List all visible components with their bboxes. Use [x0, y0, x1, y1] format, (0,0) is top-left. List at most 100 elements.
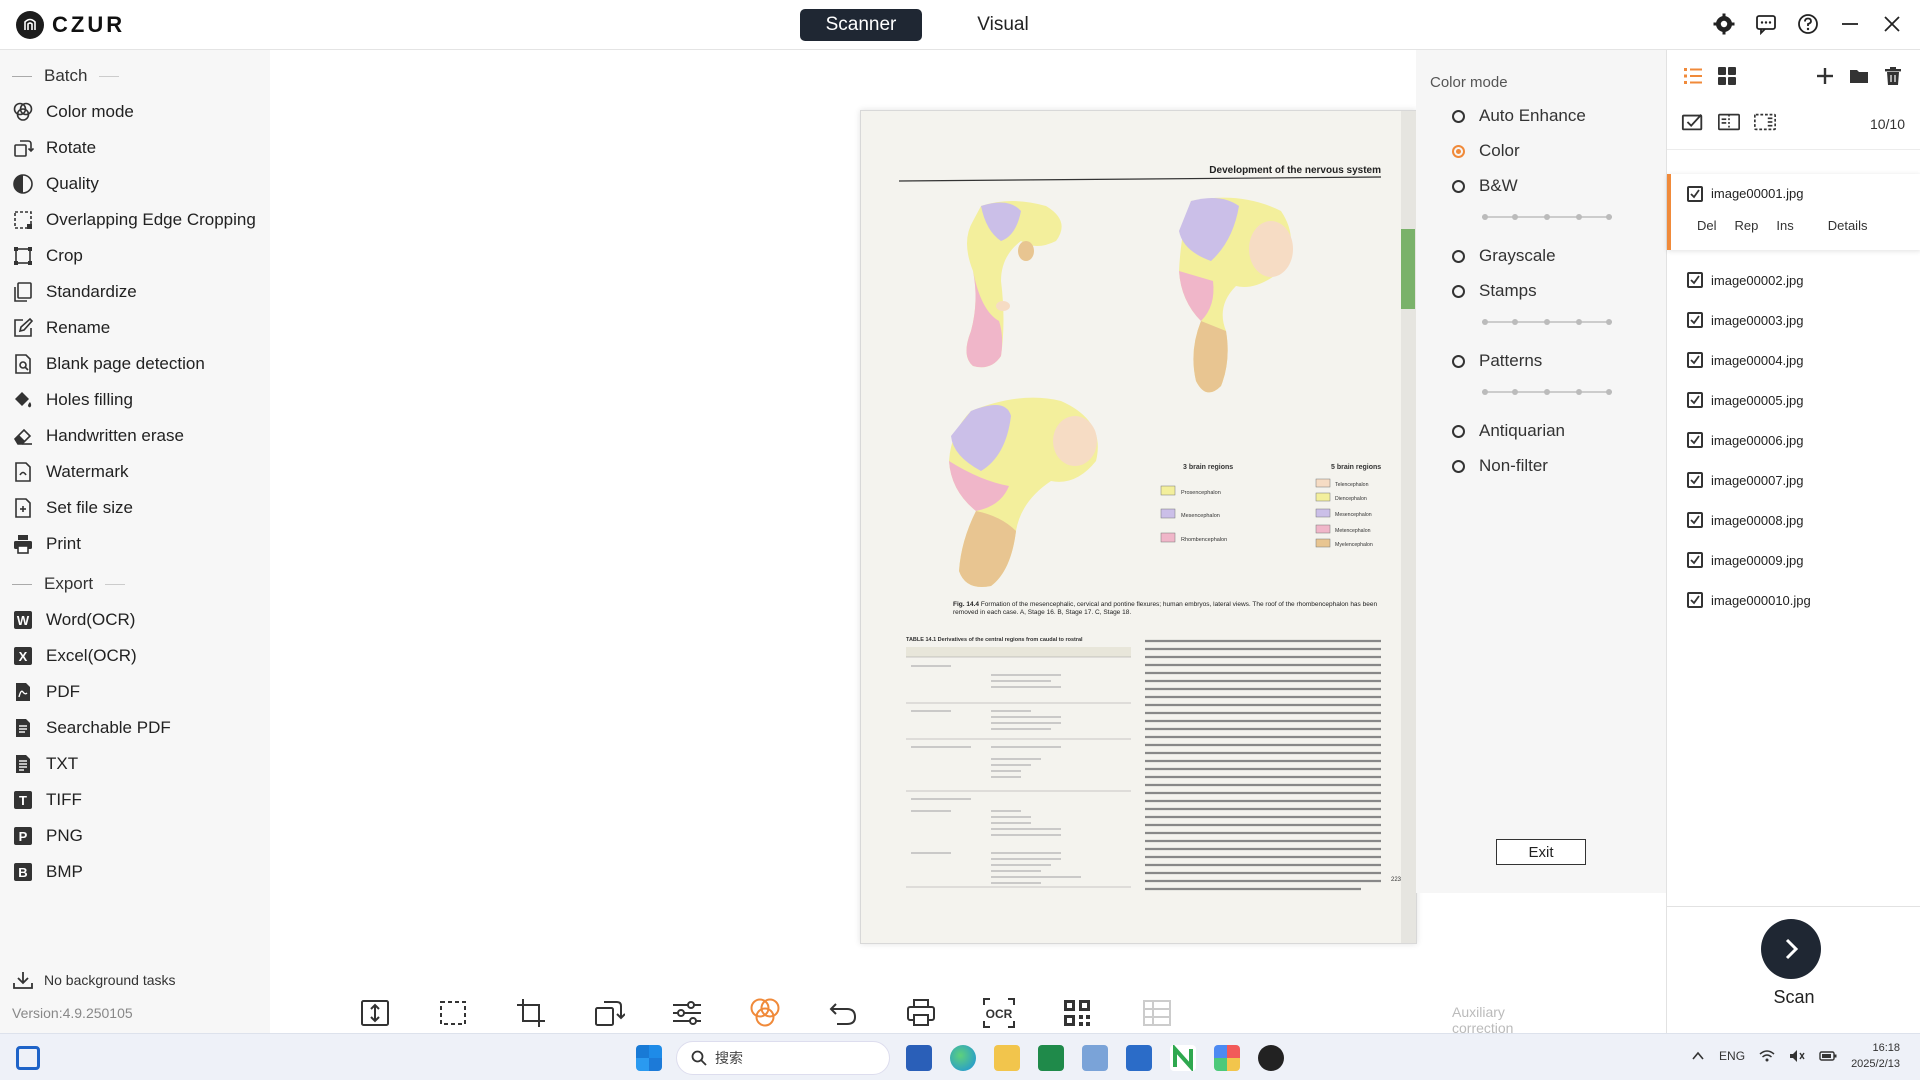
- print-tool-icon[interactable]: [904, 996, 938, 1030]
- option-bw[interactable]: B&W: [1452, 176, 1518, 196]
- tab-scanner[interactable]: Scanner: [800, 9, 922, 41]
- trash-icon[interactable]: [1881, 64, 1905, 88]
- photos-icon[interactable]: [1082, 1045, 1108, 1071]
- option-antiquarian[interactable]: Antiquarian: [1452, 421, 1565, 441]
- delete-action[interactable]: Del: [1697, 218, 1717, 233]
- export-tiff[interactable]: T TIFF: [12, 785, 82, 815]
- folder-icon[interactable]: [1847, 64, 1871, 88]
- bw-slider[interactable]: [1482, 214, 1612, 220]
- grid-view-icon[interactable]: [1715, 64, 1739, 88]
- checkbox-checked[interactable]: [1687, 186, 1703, 202]
- menu-quality[interactable]: Quality: [12, 169, 99, 199]
- option-non-filter[interactable]: Non-filter: [1452, 456, 1548, 476]
- option-grayscale[interactable]: Grayscale: [1452, 246, 1556, 266]
- minimize-icon[interactable]: [1838, 12, 1862, 36]
- widgets-icon[interactable]: [16, 1046, 40, 1070]
- scanned-page-preview[interactable]: Development of the nervous system 3 brai…: [860, 110, 1417, 944]
- color-app-icon[interactable]: [1214, 1045, 1240, 1071]
- radio-button[interactable]: [1452, 249, 1465, 263]
- color-filter-icon[interactable]: [748, 996, 782, 1030]
- radio-button[interactable]: [1452, 179, 1465, 193]
- menu-color-mode[interactable]: Color mode: [12, 97, 134, 127]
- scan-button[interactable]: [1761, 919, 1821, 979]
- export-pdf[interactable]: PDF: [12, 677, 80, 707]
- store-icon[interactable]: [906, 1045, 932, 1071]
- file-item[interactable]: image00002.jpg: [1667, 260, 1920, 300]
- file-explorer-icon[interactable]: [994, 1045, 1020, 1071]
- checkbox-checked[interactable]: [1687, 552, 1703, 568]
- menu-crop[interactable]: Crop: [12, 241, 83, 271]
- split-page-icon[interactable]: [1717, 110, 1741, 134]
- adjust-icon[interactable]: [670, 996, 704, 1030]
- fit-height-icon[interactable]: [358, 996, 392, 1030]
- rotate-tool-icon[interactable]: [592, 996, 626, 1030]
- menu-standardize[interactable]: Standardize: [12, 277, 137, 307]
- option-stamps[interactable]: Stamps: [1452, 281, 1537, 301]
- language-indicator[interactable]: ENG: [1719, 1049, 1745, 1063]
- chat-app-icon[interactable]: [1038, 1045, 1064, 1071]
- option-color[interactable]: Color: [1452, 141, 1520, 161]
- background-tasks[interactable]: No background tasks: [12, 970, 176, 990]
- terminal-icon[interactable]: [1126, 1045, 1152, 1071]
- checkbox-checked[interactable]: [1687, 432, 1703, 448]
- volume-icon[interactable]: [1789, 1049, 1805, 1063]
- export-txt[interactable]: TXT: [12, 749, 78, 779]
- crop-tool-icon[interactable]: [514, 996, 548, 1030]
- menu-overlapping-edge-cropping[interactable]: Overlapping Edge Cropping: [12, 205, 256, 235]
- chevron-up-icon[interactable]: [1691, 1049, 1705, 1063]
- czur-app-icon[interactable]: [1258, 1045, 1284, 1071]
- menu-holes-filling[interactable]: Holes filling: [12, 385, 133, 415]
- auxiliary-correction-icon[interactable]: [1140, 996, 1174, 1030]
- menu-handwritten-erase[interactable]: Handwritten erase: [12, 421, 184, 451]
- file-item[interactable]: image00003.jpg: [1667, 300, 1920, 340]
- n-app-icon[interactable]: [1170, 1045, 1196, 1071]
- radio-button[interactable]: [1452, 109, 1465, 123]
- select-all-icon[interactable]: [1681, 110, 1705, 134]
- file-item[interactable]: image000010.jpg: [1667, 580, 1920, 620]
- file-item-selected[interactable]: image00001.jpg Del Rep Ins Details: [1667, 174, 1920, 250]
- radio-button[interactable]: [1452, 284, 1465, 298]
- checkbox-checked[interactable]: [1687, 512, 1703, 528]
- checkbox-checked[interactable]: [1687, 392, 1703, 408]
- export-word-ocr[interactable]: W Word(OCR): [12, 605, 135, 635]
- option-patterns[interactable]: Patterns: [1452, 351, 1542, 371]
- menu-rename[interactable]: Rename: [12, 313, 110, 343]
- clock[interactable]: 16:18 2025/2/13: [1851, 1040, 1900, 1072]
- radio-button[interactable]: [1452, 354, 1465, 368]
- list-view-icon[interactable]: [1681, 64, 1705, 88]
- file-item[interactable]: image00007.jpg: [1667, 460, 1920, 500]
- auxiliary-correction-label[interactable]: Auxiliary correction: [1452, 1004, 1513, 1036]
- add-icon[interactable]: [1813, 64, 1837, 88]
- help-icon[interactable]: [1796, 12, 1820, 36]
- file-item[interactable]: image00008.jpg: [1667, 500, 1920, 540]
- menu-set-file-size[interactable]: Set file size: [12, 493, 133, 523]
- export-searchable-pdf[interactable]: Searchable PDF: [12, 713, 171, 743]
- stamps-slider[interactable]: [1482, 319, 1612, 325]
- undo-icon[interactable]: [826, 996, 860, 1030]
- file-item[interactable]: image00009.jpg: [1667, 540, 1920, 580]
- radio-button[interactable]: [1452, 424, 1465, 438]
- file-item[interactable]: image00005.jpg: [1667, 380, 1920, 420]
- checkbox-checked[interactable]: [1687, 472, 1703, 488]
- checkbox-checked[interactable]: [1687, 312, 1703, 328]
- patterns-slider[interactable]: [1482, 389, 1612, 395]
- radio-button[interactable]: [1452, 459, 1465, 473]
- merge-page-icon[interactable]: [1753, 110, 1777, 134]
- menu-watermark[interactable]: Watermark: [12, 457, 129, 487]
- edge-browser-icon[interactable]: [950, 1045, 976, 1071]
- tab-visual[interactable]: Visual: [942, 9, 1064, 41]
- gear-icon[interactable]: [1712, 12, 1736, 36]
- battery-icon[interactable]: [1819, 1050, 1837, 1062]
- exit-button[interactable]: Exit: [1496, 839, 1586, 865]
- details-action[interactable]: Details: [1828, 218, 1868, 233]
- close-icon[interactable]: [1880, 12, 1904, 36]
- menu-print[interactable]: Print: [12, 529, 81, 559]
- file-item[interactable]: image00004.jpg: [1667, 340, 1920, 380]
- export-excel-ocr[interactable]: X Excel(OCR): [12, 641, 137, 671]
- insert-action[interactable]: Ins: [1776, 218, 1793, 233]
- replace-action[interactable]: Rep: [1735, 218, 1759, 233]
- menu-rotate[interactable]: Rotate: [12, 133, 96, 163]
- menu-blank-page-detection[interactable]: Blank page detection: [12, 349, 205, 379]
- checkbox-checked[interactable]: [1687, 272, 1703, 288]
- scan-label[interactable]: Scan: [1667, 987, 1920, 1008]
